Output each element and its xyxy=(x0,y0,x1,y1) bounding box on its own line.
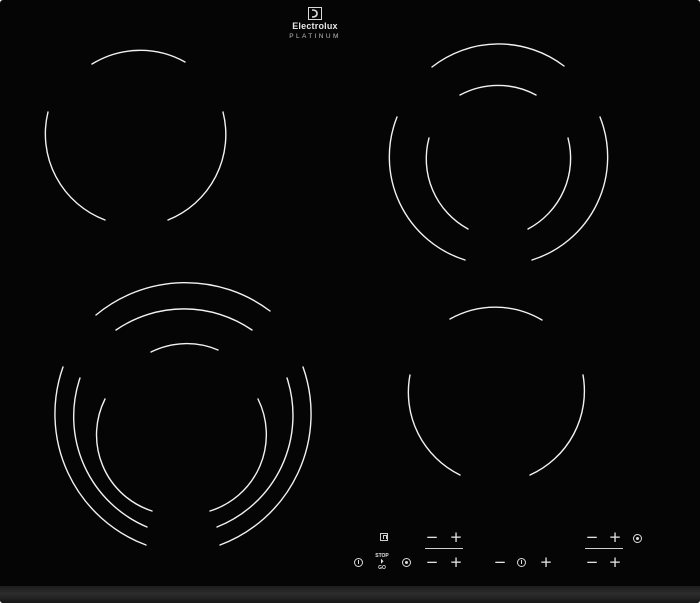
zone-rear-left xyxy=(44,49,227,221)
front-edge-trim xyxy=(0,586,700,603)
dual-zone-button[interactable] xyxy=(633,534,642,543)
timer-icon[interactable] xyxy=(517,558,526,567)
zone-front-right xyxy=(407,306,586,476)
cooktop-glass-panel: Electrolux PLATINUM − + STOP ⏵ GO − + − … xyxy=(0,0,700,603)
brand-name: Electrolux xyxy=(292,21,338,31)
zone-front-right-plus-button[interactable]: + xyxy=(608,555,622,570)
electrolux-logo-icon xyxy=(308,7,322,20)
brand-logo: Electrolux PLATINUM xyxy=(265,7,365,41)
power-button[interactable] xyxy=(354,558,363,567)
zone-rear-left-plus-button[interactable]: + xyxy=(449,530,463,545)
timer-minus-button[interactable]: − xyxy=(493,555,507,570)
brand-line: PLATINUM xyxy=(289,33,341,40)
stop-go-label-go: GO xyxy=(378,565,386,571)
stop-go-button[interactable]: STOP ⏵ GO xyxy=(372,553,392,571)
zone-front-left xyxy=(54,281,312,546)
zone-front-left-minus-button[interactable]: − xyxy=(425,555,439,570)
cooking-zones xyxy=(44,43,609,546)
zone-rear-left-indicator xyxy=(425,548,463,549)
timer-plus-button[interactable]: + xyxy=(539,555,553,570)
zone-rear-right-plus-button[interactable]: + xyxy=(608,530,622,545)
lock-icon[interactable] xyxy=(380,533,388,541)
function-button[interactable] xyxy=(402,558,411,567)
zone-rear-left-minus-button[interactable]: − xyxy=(425,530,439,545)
zone-rear-right-indicator xyxy=(585,548,623,549)
zone-rear-right-minus-button[interactable]: − xyxy=(585,530,599,545)
zone-rear-right xyxy=(388,43,609,261)
zone-front-left-plus-button[interactable]: + xyxy=(449,555,463,570)
zone-front-right-minus-button[interactable]: − xyxy=(585,555,599,570)
